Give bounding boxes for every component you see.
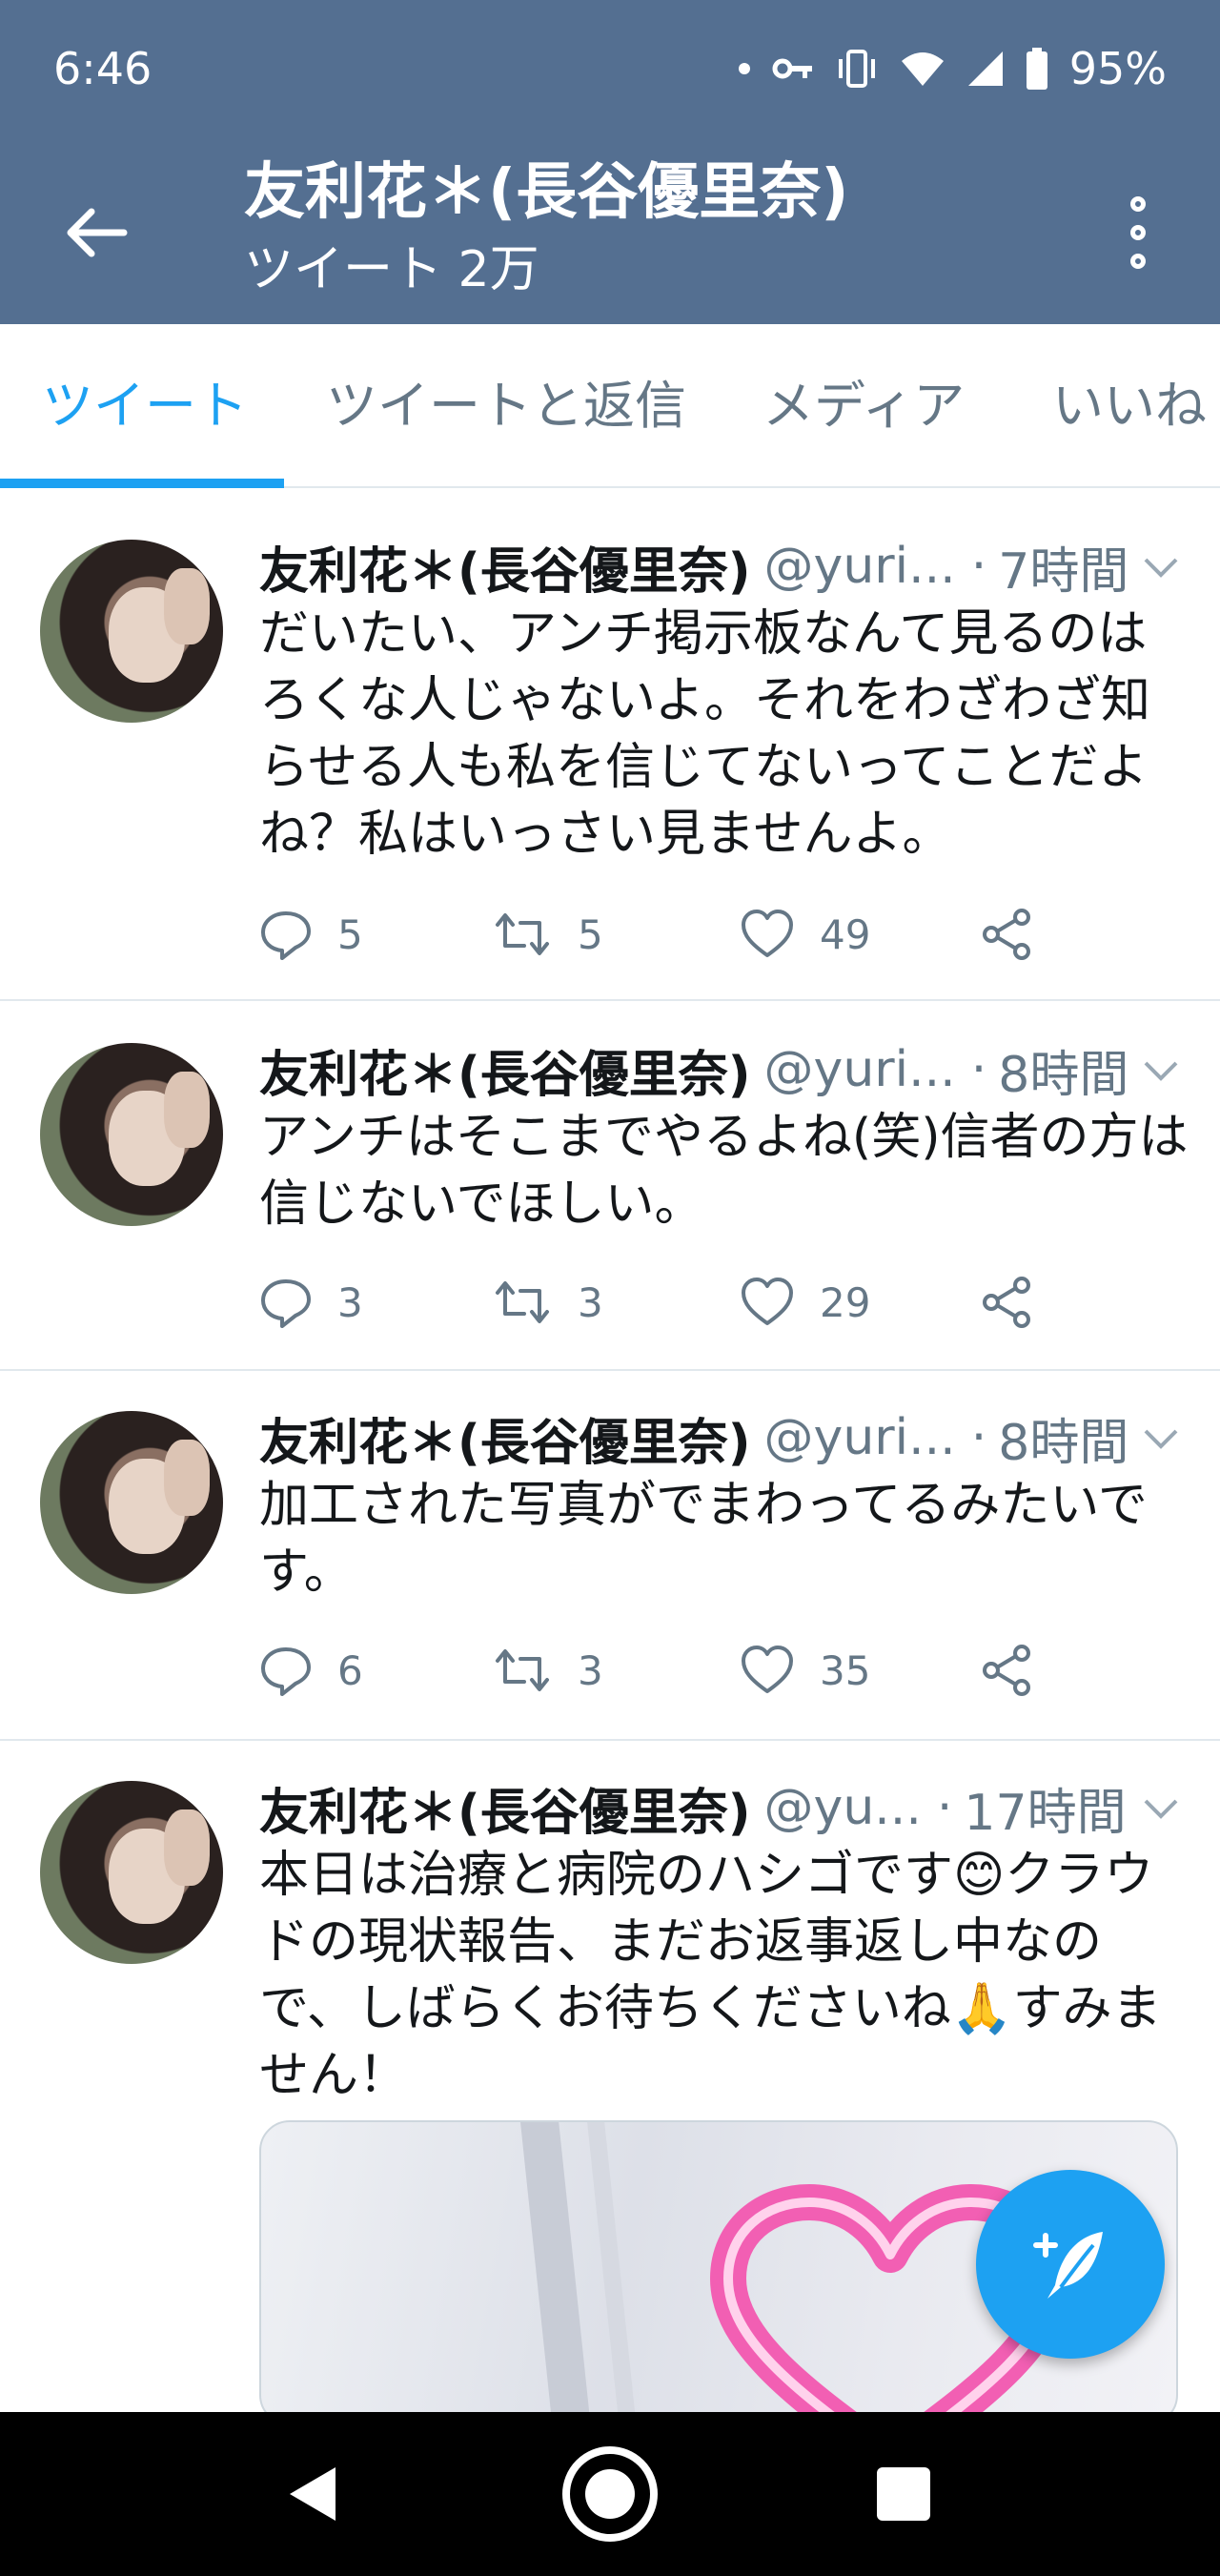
reply-icon — [261, 1647, 311, 1696]
tweet-text: 加工された写真がでまわってるみたいです。 — [259, 1477, 1148, 1601]
like-count: 35 — [820, 1646, 871, 1694]
retweet-button[interactable]: 3 — [492, 1264, 603, 1340]
tweet-actions: 6 3 35 — [259, 1632, 1041, 1708]
chevron-down-icon[interactable] — [1140, 1415, 1182, 1472]
tab-media[interactable]: メディア — [762, 324, 965, 488]
tweet[interactable]: 友利花＊(長谷優里奈) @yuri... · 7時間 だいたい、アンチ掲示板なん… — [0, 500, 1220, 1001]
reply-count: 5 — [337, 910, 363, 958]
battery-icon — [1026, 48, 1048, 90]
tab-tweets[interactable]: ツイート — [42, 324, 248, 488]
chevron-down-icon[interactable] — [1140, 1047, 1182, 1104]
author-name[interactable]: 友利花＊(長谷優里奈) — [259, 1034, 751, 1106]
reply-icon — [261, 1279, 311, 1328]
author-handle: @yuri... — [763, 1409, 956, 1466]
home-circle-icon — [585, 2469, 635, 2519]
retweet-count: 5 — [578, 910, 603, 958]
tweet-time: 8時間 — [998, 1046, 1129, 1104]
signal-icon — [966, 50, 1005, 88]
retweet-icon — [496, 1281, 549, 1323]
tweet-header: 友利花＊(長谷優里奈) @yuri... · 7時間 — [259, 530, 1182, 603]
tweet-time: 8時間 — [998, 1414, 1129, 1472]
author-name[interactable]: 友利花＊(長谷優里奈) — [259, 531, 751, 603]
triangle-back-icon — [290, 2467, 336, 2521]
tweet[interactable]: 友利花＊(長谷優里奈) @yuri... · 8時間 加工された写真がでまわって… — [0, 1371, 1220, 1741]
reply-button[interactable]: 6 — [259, 1632, 363, 1708]
more-options-button[interactable] — [1109, 187, 1167, 278]
tab-tweets-and-replies[interactable]: ツイートと返信 — [326, 324, 686, 488]
heart-icon — [742, 1278, 793, 1325]
compose-tweet-button[interactable] — [976, 2170, 1165, 2359]
chevron-down-icon[interactable] — [1140, 543, 1182, 601]
reply-count: 6 — [337, 1646, 363, 1694]
avatar[interactable] — [40, 540, 223, 723]
tweet-text: 本日は治療と病院のハシゴです😊クラウドの現状報告、まだお返事返し中なので、しばら… — [259, 1847, 1162, 2104]
retweet-button[interactable]: 5 — [492, 896, 603, 972]
tweet-header: 友利花＊(長谷優里奈) @yuri... · 8時間 — [259, 1033, 1182, 1106]
status-time: 6:46 — [53, 43, 152, 94]
tab-likes[interactable]: いいね — [1052, 324, 1207, 488]
author-name[interactable]: 友利花＊(長谷優里奈) — [259, 1772, 751, 1844]
tweet-header: 友利花＊(長谷優里奈) @yu... · 17時間 — [259, 1771, 1182, 1844]
chevron-down-icon[interactable] — [1140, 1785, 1182, 1842]
avatar[interactable] — [40, 1781, 223, 1964]
share-icon — [983, 1277, 1030, 1328]
like-count: 49 — [820, 910, 871, 958]
active-tab-indicator — [0, 479, 284, 488]
share-button[interactable] — [980, 1264, 1033, 1340]
tweet-text: アンチはそこまでやるよね(笑)信者の方は信じないでほしい。 — [259, 1109, 1189, 1233]
profile-tabs: ツイート ツイートと返信 メディア いいね — [0, 324, 1220, 488]
share-icon — [983, 909, 1030, 960]
retweet-count: 3 — [578, 1278, 603, 1326]
retweet-icon — [496, 1649, 549, 1691]
tweet[interactable]: 友利花＊(長谷優里奈) @yuri... · 8時間 アンチはそこまでやるよね(… — [0, 1001, 1220, 1371]
tweet-header: 友利花＊(長谷優里奈) @yuri... · 8時間 — [259, 1401, 1182, 1474]
tweet-time: 17時間 — [964, 1784, 1127, 1842]
share-button[interactable] — [980, 1632, 1033, 1708]
key-icon — [772, 54, 814, 83]
heart-icon — [742, 1646, 793, 1693]
notification-dot-icon — [738, 62, 751, 75]
like-button[interactable]: 49 — [740, 896, 870, 972]
nav-recents-button[interactable] — [877, 2467, 930, 2521]
vibrate-icon — [835, 50, 879, 88]
share-icon — [983, 1645, 1030, 1696]
tweet-text: だいたい、アンチ掲示板なんて見るのはろくな人じゃないよ。それをわざわざ知らせる人… — [259, 605, 1150, 863]
like-button[interactable]: 29 — [740, 1264, 870, 1340]
nav-home-button[interactable] — [562, 2446, 658, 2542]
tweet-count: ツイート 2万 — [244, 241, 539, 298]
like-count: 29 — [820, 1278, 871, 1326]
avatar[interactable] — [40, 1043, 223, 1226]
wifi-icon — [900, 50, 946, 88]
nav-back-button[interactable] — [286, 2465, 339, 2526]
system-nav-bar — [0, 2412, 1220, 2576]
compose-tweet-icon — [1033, 2232, 1103, 2299]
profile-title: 友利花＊(長谷優里奈) — [244, 157, 849, 228]
heart-icon — [742, 910, 793, 957]
like-button[interactable]: 35 — [740, 1632, 870, 1708]
author-handle: @yu... — [763, 1779, 922, 1836]
reply-button[interactable]: 3 — [259, 1264, 363, 1340]
author-handle: @yuri... — [763, 538, 956, 595]
avatar[interactable] — [40, 1411, 223, 1594]
retweet-button[interactable]: 3 — [492, 1632, 603, 1708]
retweet-icon — [496, 913, 549, 955]
app-header: 6:46 95% 友利花＊(長谷優里奈) ツイート 2万 — [0, 0, 1220, 324]
status-icons: 95% — [738, 42, 1167, 95]
author-name[interactable]: 友利花＊(長谷優里奈) — [259, 1402, 751, 1474]
reply-button[interactable]: 5 — [259, 896, 363, 972]
tweet-actions: 3 3 29 — [259, 1264, 1041, 1340]
retweet-count: 3 — [578, 1646, 603, 1694]
share-button[interactable] — [980, 896, 1033, 972]
more-vertical-icon — [1130, 196, 1146, 212]
reply-count: 3 — [337, 1278, 363, 1326]
back-button[interactable] — [50, 187, 141, 278]
reply-icon — [261, 911, 311, 960]
battery-percent: 95% — [1068, 43, 1167, 94]
tweet-actions: 5 5 49 — [259, 896, 1041, 972]
author-handle: @yuri... — [763, 1041, 956, 1098]
tweet-time: 7時間 — [998, 542, 1129, 601]
back-arrow-icon — [67, 208, 128, 257]
